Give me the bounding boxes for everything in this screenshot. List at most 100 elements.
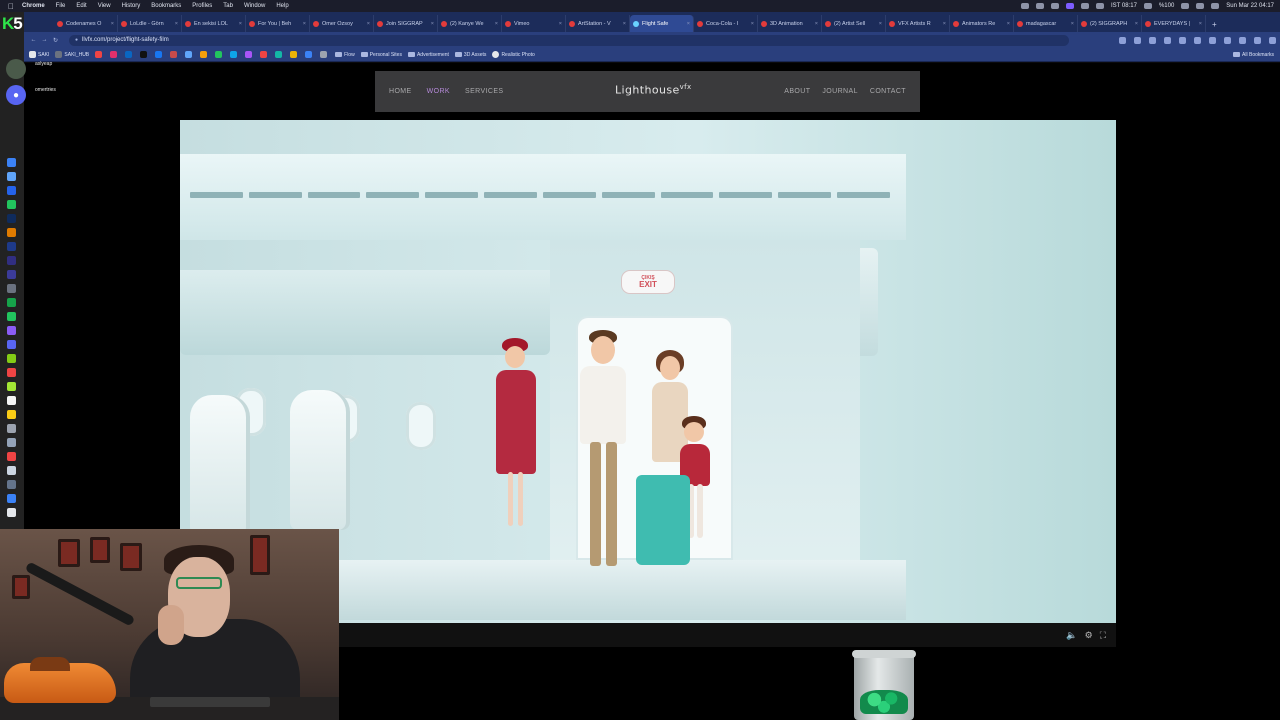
extension-icon[interactable]: [1149, 36, 1156, 44]
app-icon[interactable]: [7, 382, 16, 391]
bookmark-item[interactable]: [125, 51, 134, 58]
menu-profiles[interactable]: Profiles: [192, 3, 212, 9]
app-icon[interactable]: [7, 452, 16, 461]
close-icon[interactable]: ×: [1007, 21, 1010, 27]
nav-work[interactable]: WORK: [427, 88, 450, 95]
whatsapp-icon[interactable]: [7, 312, 16, 321]
menu-help[interactable]: Help: [276, 3, 288, 9]
discord-icon[interactable]: [7, 340, 16, 349]
forward-icon[interactable]: →: [39, 37, 50, 43]
browser-tab-active[interactable]: Flight Safe ×: [630, 15, 694, 32]
nav-about[interactable]: ABOUT: [784, 88, 810, 95]
menu-tab[interactable]: Tab: [223, 3, 233, 9]
all-bookmarks[interactable]: All Bookmarks: [1233, 52, 1274, 58]
status-icon[interactable]: [1081, 3, 1090, 9]
close-icon[interactable]: ×: [559, 21, 562, 27]
menu-window[interactable]: Window: [244, 3, 265, 9]
menu-history[interactable]: History: [122, 3, 141, 9]
browser-tab[interactable]: (2) SIGGRAPH ×: [1078, 15, 1142, 32]
close-icon[interactable]: ×: [239, 21, 242, 27]
close-icon[interactable]: ×: [879, 21, 882, 27]
app-icon[interactable]: [7, 200, 16, 209]
app-icon[interactable]: [7, 494, 16, 503]
extension-icon[interactable]: [1209, 36, 1216, 44]
volume-icon[interactable]: 🔈: [1066, 630, 1077, 641]
photoshop-icon[interactable]: [7, 214, 16, 223]
close-icon[interactable]: ×: [687, 21, 690, 27]
browser-tab[interactable]: madagascar ×: [1014, 15, 1078, 32]
app-icon[interactable]: [7, 186, 16, 195]
browser-tab[interactable]: (2) Kanye We ×: [438, 15, 502, 32]
premiere-icon[interactable]: [7, 242, 16, 251]
extension-icon[interactable]: [1239, 36, 1246, 44]
app-icon[interactable]: [7, 172, 16, 181]
menubar-clock[interactable]: Sun Mar 22 04:17: [1226, 3, 1274, 9]
wifi-icon[interactable]: [1181, 3, 1190, 9]
browser-tab[interactable]: VFX Artists R ×: [886, 15, 950, 32]
close-icon[interactable]: ×: [303, 21, 306, 27]
status-icon[interactable]: [1021, 3, 1030, 9]
close-icon[interactable]: ×: [815, 21, 818, 27]
back-icon[interactable]: ←: [28, 37, 39, 43]
reload-icon[interactable]: ↻: [50, 37, 61, 44]
close-icon[interactable]: ×: [431, 21, 434, 27]
browser-tab[interactable]: LoLdle - Görn ×: [118, 15, 182, 32]
close-icon[interactable]: ×: [1135, 21, 1138, 27]
browser-tab[interactable]: EVERYDAYS | ×: [1142, 15, 1206, 32]
battery-level[interactable]: %100: [1159, 3, 1174, 9]
close-icon[interactable]: ×: [111, 21, 114, 27]
bookmark-item[interactable]: [275, 51, 284, 58]
bookmark-folder-advertisement[interactable]: Advertisement: [407, 52, 449, 58]
apple-icon[interactable]: : [0, 2, 22, 11]
menu-dots-icon[interactable]: [1269, 36, 1276, 44]
close-icon[interactable]: ×: [751, 21, 754, 27]
app-icon[interactable]: [7, 424, 16, 433]
bookmark-folder-flow[interactable]: Flow: [335, 52, 355, 58]
site-logo[interactable]: Lighthousevfx: [615, 83, 692, 97]
bookmark-folder-personal-sites[interactable]: Personal Sites: [360, 52, 402, 58]
status-icon[interactable]: [1096, 3, 1105, 9]
after-effects-icon[interactable]: [7, 256, 16, 265]
menu-file[interactable]: File: [56, 3, 66, 9]
app-icon[interactable]: [7, 354, 16, 363]
bookmark-item[interactable]: [215, 51, 224, 58]
nav-services[interactable]: SERVICES: [465, 88, 503, 95]
extension-icon[interactable]: [1194, 36, 1201, 44]
bookmark-item[interactable]: [155, 51, 164, 58]
app-icon[interactable]: [7, 466, 16, 475]
app-icon[interactable]: [7, 368, 16, 377]
browser-tab[interactable]: En sekisi LOL ×: [182, 15, 246, 32]
nav-home[interactable]: HOME: [389, 88, 412, 95]
menu-chrome[interactable]: Chrome: [22, 3, 45, 9]
control-center-icon[interactable]: [1211, 3, 1220, 9]
settings-gear-icon[interactable]: ⚙: [1085, 630, 1093, 641]
url-text[interactable]: llvfx.com/project/flight-safety-film: [82, 37, 169, 43]
status-icon[interactable]: [1036, 3, 1045, 9]
app-icon[interactable]: [7, 326, 16, 335]
bookmark-item[interactable]: SAKI_HUB: [55, 51, 89, 58]
app-icon[interactable]: [7, 396, 16, 405]
illustrator-icon[interactable]: [7, 228, 16, 237]
participant[interactable]: ● omertries: [6, 84, 56, 106]
profile-avatar-icon[interactable]: [1254, 36, 1261, 44]
browser-tab[interactable]: Omer Ozsoy ×: [310, 15, 374, 32]
browser-tab[interactable]: Codenames O ×: [54, 15, 118, 32]
bookmark-realistic-photo[interactable]: Realistic Photo: [492, 51, 535, 58]
search-icon[interactable]: [1196, 3, 1205, 9]
menu-view[interactable]: View: [98, 3, 111, 9]
bookmark-item[interactable]: [185, 51, 194, 58]
browser-tab[interactable]: Coca-Cola - I ×: [694, 15, 758, 32]
status-icon[interactable]: [1051, 3, 1060, 9]
browser-tab[interactable]: (2) Artist Sell ×: [822, 15, 886, 32]
extension-icon[interactable]: [1134, 36, 1141, 44]
nav-contact[interactable]: CONTACT: [870, 88, 906, 95]
bookmark-item[interactable]: [170, 51, 179, 58]
browser-tab[interactable]: 3D Animation ×: [758, 15, 822, 32]
media-encoder-icon[interactable]: [7, 270, 16, 279]
close-icon[interactable]: ×: [1199, 21, 1202, 27]
menu-bookmarks[interactable]: Bookmarks: [151, 3, 181, 9]
bookmark-folder-3d-assets[interactable]: 3D Assets: [454, 52, 486, 58]
app-icon[interactable]: [7, 480, 16, 489]
bluetooth-icon[interactable]: [1143, 3, 1152, 9]
browser-tab[interactable]: For You | Beh ×: [246, 15, 310, 32]
